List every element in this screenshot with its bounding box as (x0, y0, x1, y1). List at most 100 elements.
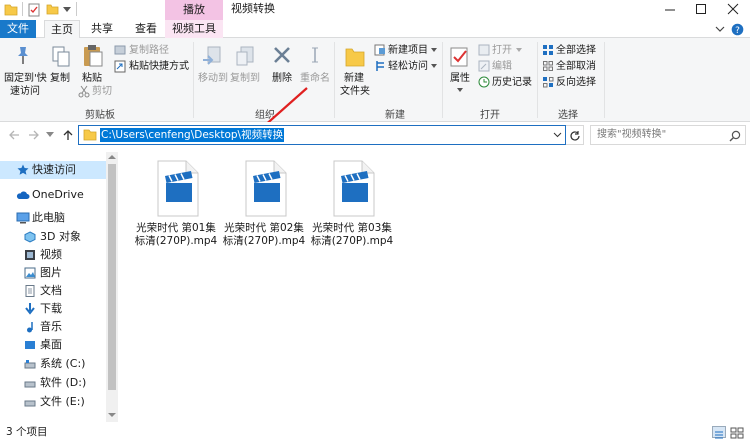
pin-label-1: 固定到'快 (4, 73, 47, 84)
nav-item-label: 系统 (C:) (40, 357, 86, 370)
copy-path-label: 复制路径 (129, 45, 169, 56)
new-item-icon (374, 44, 385, 56)
chevron-down-icon[interactable] (46, 132, 54, 138)
chevron-down-icon (457, 88, 463, 92)
move-to-label: 移动到 (198, 73, 228, 84)
refresh-icon (570, 131, 580, 141)
refresh-button[interactable] (566, 125, 584, 145)
copy-to-button[interactable]: 复制到 (229, 40, 261, 102)
sidebar-scroll-thumb[interactable] (108, 164, 116, 390)
chevron-down-icon[interactable] (553, 132, 562, 138)
history-icon (478, 76, 490, 88)
nav-drive-d[interactable]: 软件 (D:) (0, 374, 118, 392)
nav-this-pc[interactable]: 此电脑 (0, 209, 118, 227)
title-bar: 播放 视频转换 (0, 0, 750, 20)
help-icon[interactable]: ? (731, 23, 744, 36)
maximize-button[interactable] (686, 0, 716, 20)
nav-onedrive[interactable]: OneDrive (0, 186, 118, 204)
paste-shortcut-button[interactable]: 粘贴快捷方式 (114, 60, 194, 74)
file-item[interactable]: 光荣时代 第02集 标清(270P).mp4 (222, 160, 306, 248)
open-group-label: 打开 (480, 110, 500, 121)
nav-documents[interactable]: 文档 (0, 282, 118, 300)
tab-view[interactable]: 查看 (128, 20, 164, 38)
expand-ribbon-icon[interactable] (715, 25, 725, 33)
nav-item-label: 视频 (40, 248, 62, 261)
rename-button[interactable]: 重命名 (298, 40, 332, 102)
edit-button[interactable]: 编辑 (478, 60, 528, 74)
chevron-down-icon[interactable] (63, 7, 71, 13)
address-path[interactable]: C:\Users\cenfeng\Desktop\视频转换 (100, 128, 285, 142)
minimize-button[interactable] (655, 0, 685, 20)
film-icon (25, 250, 35, 260)
nav-desktop[interactable]: 桌面 (0, 336, 118, 354)
nav-downloads[interactable]: 下载 (0, 300, 118, 318)
delete-button[interactable]: 删除 (268, 40, 296, 102)
invert-selection-label: 反向选择 (556, 77, 596, 88)
chevron-down-icon (431, 48, 437, 52)
move-to-button[interactable]: 移动到 (197, 40, 228, 102)
copy-button[interactable]: 复制 (46, 40, 76, 102)
history-button[interactable]: 历史记录 (478, 76, 538, 90)
forward-arrow-icon[interactable] (28, 129, 40, 141)
scroll-up-icon[interactable] (108, 154, 116, 160)
pin-to-quick-access-button[interactable]: 固定到'快 速访问 (2, 40, 47, 102)
back-arrow-icon[interactable] (8, 129, 20, 141)
details-view-icon (715, 431, 723, 439)
new-item-button[interactable]: 新建项目 (374, 44, 440, 58)
close-button[interactable] (718, 0, 748, 20)
properties-icon[interactable] (28, 3, 41, 17)
tab-home[interactable]: 主页 (44, 20, 80, 39)
scroll-down-icon[interactable] (108, 412, 116, 418)
select-none-button[interactable]: 全部取消 (542, 60, 602, 74)
address-bar[interactable]: C:\Users\cenfeng\Desktop\视频转换 (78, 125, 566, 145)
tab-file[interactable]: 文件 (0, 20, 36, 38)
nav-quick-access[interactable]: 快速访问 (0, 161, 118, 179)
video-file-icon (157, 160, 199, 217)
invert-selection-button[interactable]: 反向选择 (542, 76, 602, 90)
nav-music[interactable]: 音乐 (0, 318, 118, 336)
file-item[interactable]: 光荣时代 第01集 标清(270P).mp4 (134, 160, 218, 248)
nav-drive-c[interactable]: 系统 (C:) (0, 355, 118, 373)
properties-check-icon (450, 47, 468, 67)
copy-path-icon (114, 45, 126, 55)
file-name-line1: 光荣时代 第02集 (224, 222, 304, 234)
properties-button[interactable]: 属性 (446, 40, 474, 102)
tab-video-tools[interactable]: 视频工具 (165, 20, 223, 38)
navigation-pane: 快速访问 OneDrive 此电脑 3D 对象 视频 图片 文档 下载 音乐 桌… (0, 160, 118, 422)
new-folder-quick-icon[interactable] (46, 3, 59, 16)
sidebar-scrollbar[interactable] (106, 152, 118, 422)
tab-share[interactable]: 共享 (84, 20, 120, 38)
paste-icon (84, 45, 103, 67)
up-arrow-icon[interactable] (62, 129, 74, 141)
chevron-down-icon (431, 64, 437, 68)
new-folder-button[interactable]: 新建 文件夹 (338, 40, 372, 102)
paste-button[interactable]: 粘贴 (78, 40, 108, 84)
edit-label: 编辑 (492, 61, 512, 72)
easy-access-button[interactable]: 轻松访问 (374, 60, 440, 74)
drive-icon (24, 400, 36, 407)
clipboard-group-label: 剪贴板 (85, 110, 115, 121)
search-box[interactable]: 搜索"视频转换" (590, 125, 746, 145)
select-all-button[interactable]: 全部选择 (542, 44, 602, 58)
details-view-button[interactable] (712, 426, 726, 439)
nav-videos[interactable]: 视频 (0, 246, 118, 264)
group-separator (193, 42, 194, 118)
large-icons-view-button[interactable] (730, 426, 744, 439)
cube-3d-icon (24, 231, 36, 243)
nav-pictures[interactable]: 图片 (0, 264, 118, 282)
nav-3d-objects[interactable]: 3D 对象 (0, 228, 118, 246)
video-file-icon (245, 160, 287, 217)
nav-item-label: 软件 (D:) (40, 376, 87, 389)
nav-item-label: 文档 (40, 284, 62, 297)
file-name-line1: 光荣时代 第01集 (136, 222, 216, 234)
open-button[interactable]: 打开 (478, 44, 528, 58)
nav-drive-e[interactable]: 文件 (E:) (0, 393, 118, 411)
file-item[interactable]: 光荣时代 第03集 标清(270P).mp4 (310, 160, 394, 248)
group-separator (604, 42, 605, 118)
cut-button[interactable]: 剪切 (78, 85, 118, 99)
nav-this-pc-label: 此电脑 (32, 211, 65, 224)
nav-item-label: 文件 (E:) (40, 395, 85, 408)
minimize-icon (665, 9, 675, 11)
easy-access-icon (376, 61, 384, 71)
copy-to-label: 复制到 (230, 73, 260, 84)
